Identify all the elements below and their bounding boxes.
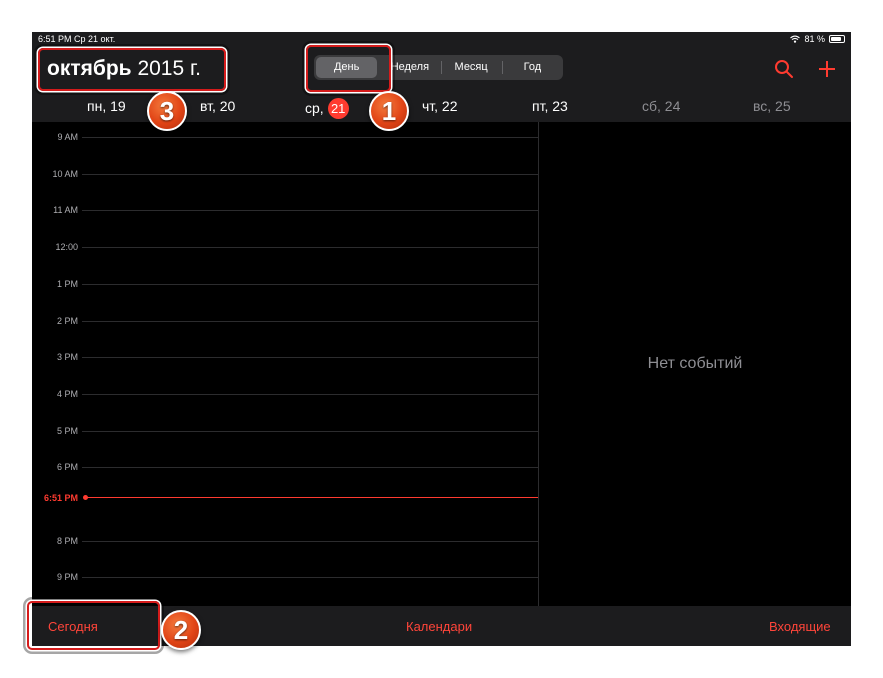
no-events-message: Нет событий (647, 355, 743, 372)
search-icon[interactable] (774, 59, 794, 79)
hour-label: 1 PM (56, 279, 78, 289)
tab-month[interactable]: Месяц (440, 55, 502, 80)
add-event-icon[interactable] (817, 59, 837, 79)
day-thu[interactable]: чт, 22 (422, 98, 458, 114)
hour-line (82, 174, 538, 175)
day-wed-label: ср, (305, 100, 324, 116)
hour-label: 8 PM (56, 536, 78, 546)
hour-line (82, 210, 538, 211)
inbox-button[interactable]: Входящие (769, 619, 831, 634)
hour-label: 4 PM (56, 389, 78, 399)
current-time-label: 6:51 PM (43, 493, 78, 503)
day-sat[interactable]: сб, 24 (642, 98, 680, 114)
day-wed-today[interactable]: ср, 21 (305, 98, 349, 119)
annotation-marker-1: 1 (369, 91, 409, 131)
today-badge: 21 (327, 98, 349, 119)
status-time-date: 6:51 PM Ср 21 окт. (38, 34, 116, 44)
day-sun[interactable]: вс, 25 (753, 98, 791, 114)
battery-fill (831, 37, 841, 41)
battery-icon (829, 35, 845, 43)
highlight-month-title (38, 48, 226, 91)
hour-label: 10 AM (52, 169, 78, 179)
day-fri[interactable]: пт, 23 (532, 98, 568, 114)
calendars-button[interactable]: Календари (406, 619, 472, 634)
hour-label: 12:00 (55, 242, 78, 252)
annotation-marker-2: 2 (161, 610, 201, 650)
hour-line (82, 247, 538, 248)
hour-line (82, 431, 538, 432)
highlight-today-button (27, 601, 160, 650)
hour-label: 2 PM (56, 316, 78, 326)
day-tue[interactable]: вт, 20 (200, 98, 235, 114)
current-time-line (86, 497, 538, 498)
hour-label: 11 AM (53, 205, 78, 215)
hour-label: 3 PM (56, 352, 78, 362)
battery-percent: 81 % (804, 34, 825, 44)
hour-line (82, 394, 538, 395)
hour-line (82, 137, 538, 138)
hour-line (82, 577, 538, 578)
tab-year[interactable]: Год (501, 55, 563, 80)
hour-line (82, 284, 538, 285)
highlight-day-tab (306, 45, 391, 92)
day-mon[interactable]: пн, 19 (87, 98, 126, 114)
hour-label: 9 AM (57, 132, 78, 142)
annotation-marker-3: 3 (147, 91, 187, 131)
hour-label: 9 PM (56, 572, 78, 582)
day-timeline[interactable]: 9 AM 10 AM 11 AM 12:00 1 PM 2 PM 3 PM 4 … (32, 122, 538, 606)
hour-line (82, 321, 538, 322)
hour-label: 6 PM (56, 462, 78, 472)
hour-line (82, 467, 538, 468)
hour-line (82, 541, 538, 542)
status-right: 81 % (790, 34, 845, 44)
wifi-icon (790, 35, 801, 43)
hour-line (82, 357, 538, 358)
hour-label: 5 PM (56, 426, 78, 436)
